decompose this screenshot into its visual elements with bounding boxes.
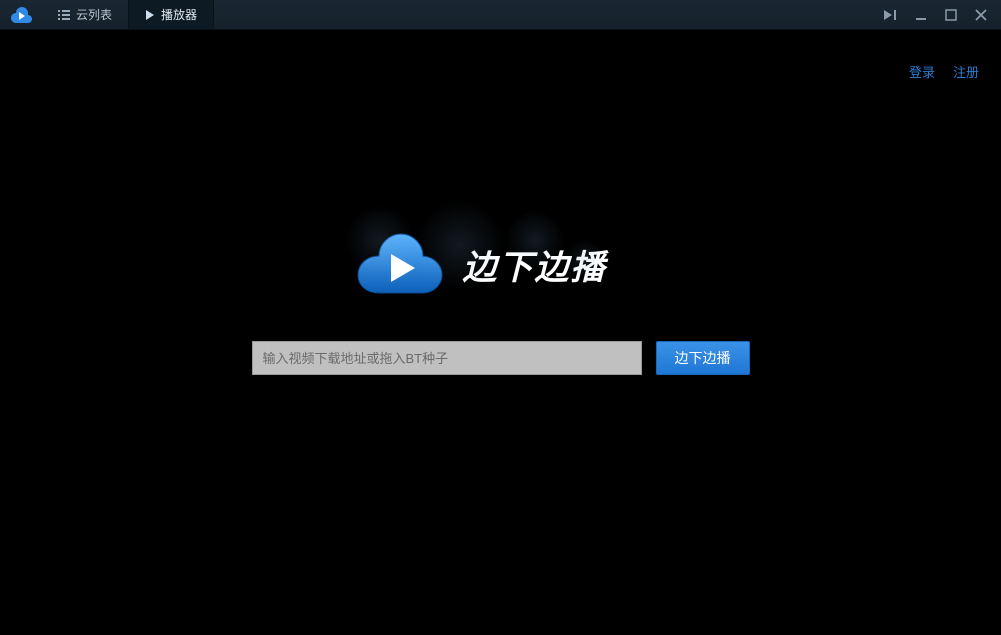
play-download-button[interactable]: 边下边播 <box>656 341 750 375</box>
bokeh-decoration <box>505 210 565 270</box>
minimize-button[interactable] <box>913 7 929 23</box>
player-content: 登录 注册 边下边播 <box>0 30 1001 635</box>
maximize-button[interactable] <box>943 7 959 23</box>
titlebar-drag-area[interactable] <box>214 0 871 29</box>
tab-player-label: 播放器 <box>161 6 197 23</box>
auth-links: 登录 注册 <box>909 62 979 81</box>
bokeh-decoration <box>565 240 605 280</box>
hero-block: 边下边播 边下边播 <box>241 230 761 375</box>
window-controls <box>871 0 1001 29</box>
bokeh-decoration <box>345 205 415 275</box>
tab-player[interactable]: 播放器 <box>129 0 214 29</box>
tab-cloud-list-label: 云列表 <box>76 6 112 23</box>
tab-cloud-list[interactable]: 云列表 <box>42 0 129 29</box>
play-icon <box>145 10 155 20</box>
app-logo-icon <box>0 0 42 29</box>
logo-area: 边下边播 <box>355 230 607 299</box>
close-button[interactable] <box>973 7 989 23</box>
bokeh-decoration <box>415 200 505 290</box>
list-icon <box>58 10 70 20</box>
url-input-row: 边下边播 <box>241 341 761 375</box>
register-link[interactable]: 注册 <box>953 62 979 81</box>
pin-button[interactable] <box>883 7 899 23</box>
video-url-input[interactable] <box>252 341 642 375</box>
login-link[interactable]: 登录 <box>909 62 935 81</box>
titlebar: 云列表 播放器 <box>0 0 1001 30</box>
